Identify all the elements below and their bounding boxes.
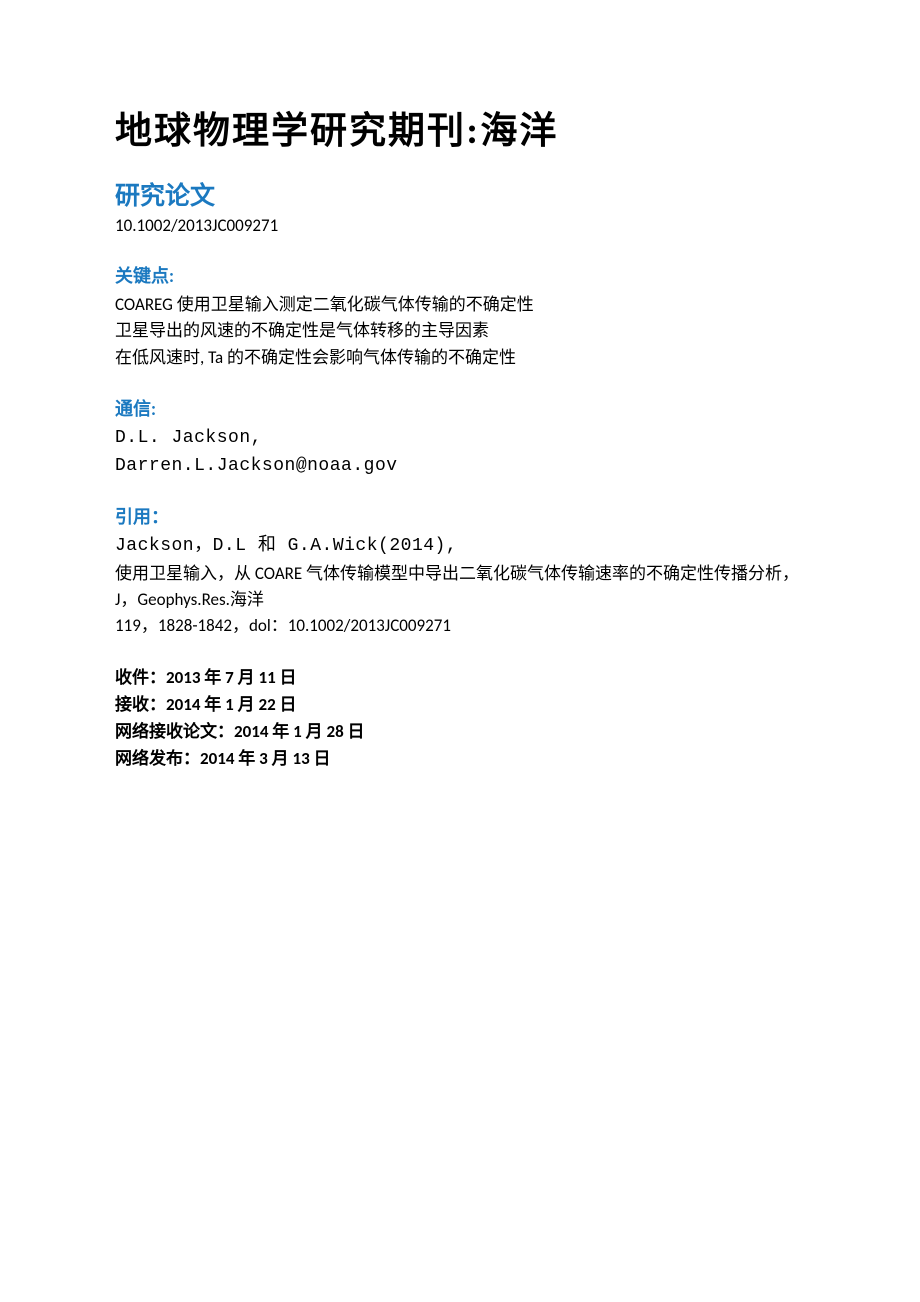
keypoints-block: COAREG 使用卫星输入测定二氧化碳气体传输的不确定性 卫星导出的风速的不确定… [115,292,805,371]
doi-number: 10.1002/2013JC009271 [115,215,805,236]
date-accepted-online: 网络接收论文：2014 年 1 月 28 日 [115,718,805,745]
journal-title: 地球物理学研究期刊:海洋 [115,100,805,154]
date-accepted-online-value: 2014 年 1 月 28 日 [234,721,365,742]
keypoint-item: COAREG 使用卫星输入测定二氧化碳气体传输的不确定性 [115,292,805,318]
keypoints-heading: 关键点: [115,262,805,288]
date-published-online-value: 2014 年 3 月 13 日 [200,748,331,769]
date-published-online: 网络发布：2014 年 3 月 13 日 [115,745,805,772]
date-accepted-value: 2014 年 1 月 22 日 [166,694,297,715]
article-type-heading: 研究论文 [115,176,805,212]
citation-title: 使用卫星输入，从 COARE 气体传输模型中导出二氧化碳气体传输速率的不确定性传… [115,561,805,587]
date-received-label: 收件： [115,667,166,688]
correspondence-block: D.L. Jackson, Darren.L.Jackson@noaa.gov [115,425,805,481]
date-received-value: 2013 年 7 月 11 日 [166,667,297,688]
citation-authors: Jackson，D.L 和 G.A.Wick(2014), [115,533,805,561]
correspondence-heading: 通信: [115,395,805,421]
dates-block: 收件：2013 年 7 月 11 日 接收：2014 年 1 月 22 日 网络… [115,664,805,773]
citation-vol-pages-doi: 119，1828-1842，dol：10.1002/2013JC009271 [115,613,805,639]
date-accepted-label: 接收： [115,694,166,715]
keypoint-item: 卫星导出的风速的不确定性是气体转移的主导因素 [115,318,805,344]
correspondence-name: D.L. Jackson, [115,425,805,453]
date-published-online-label: 网络发布： [115,748,200,769]
citation-block: Jackson，D.L 和 G.A.Wick(2014), 使用卫星输入，从 C… [115,533,805,640]
correspondence-email: Darren.L.Jackson@noaa.gov [115,453,805,481]
citation-heading: 引用： [115,503,805,529]
date-received: 收件：2013 年 7 月 11 日 [115,664,805,691]
date-accepted-online-label: 网络接收论文： [115,721,234,742]
citation-journal-ref: J，Geophys.Res.海洋 [115,587,805,613]
keypoint-item: 在低风速时, Ta 的不确定性会影响气体传输的不确定性 [115,345,805,371]
date-accepted: 接收：2014 年 1 月 22 日 [115,691,805,718]
